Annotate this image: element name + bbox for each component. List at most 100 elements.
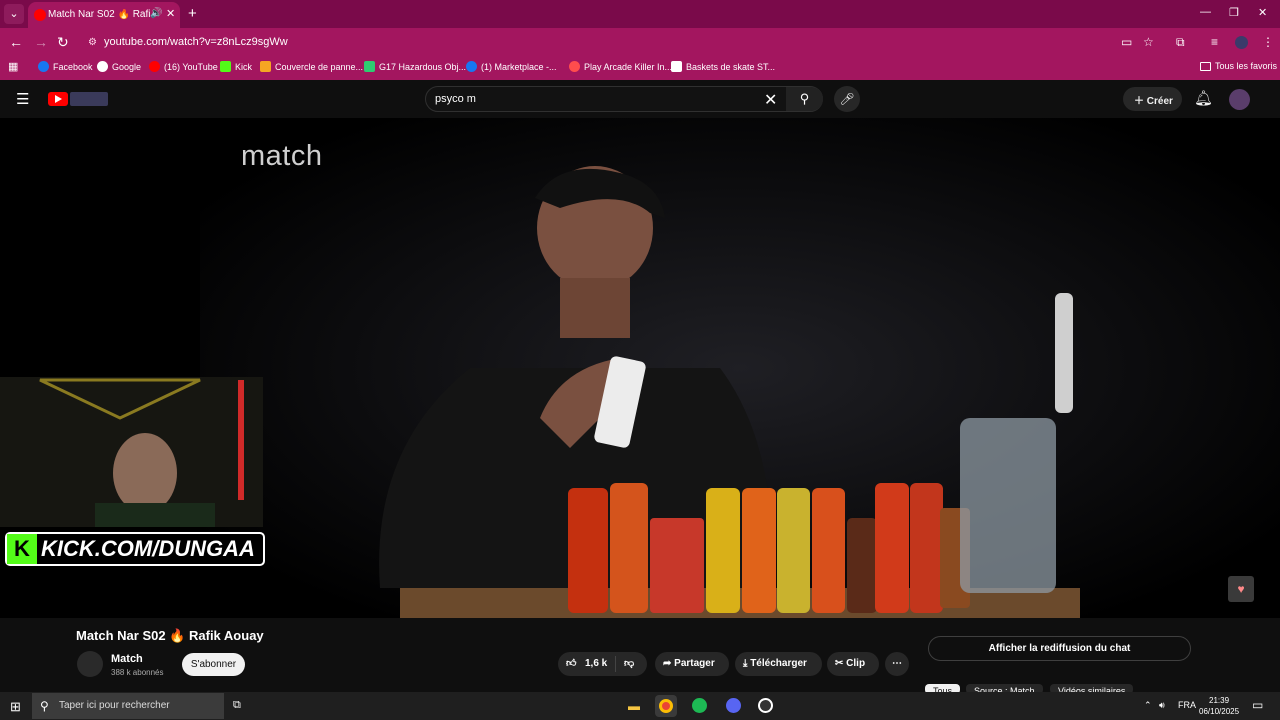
kick-overlay-text: KICK.COM/DUNGAA xyxy=(41,536,255,561)
search-box[interactable]: psyco m ✕ ⚲ xyxy=(425,86,823,112)
video-title: Match Nar S02 🔥 Rafik Aouay xyxy=(76,628,264,643)
bookmark-label: Facebook xyxy=(53,62,93,72)
video-brand-logo: match xyxy=(241,140,323,172)
spotify-icon[interactable] xyxy=(688,695,710,717)
channel-avatar[interactable] xyxy=(77,651,103,677)
share-button[interactable]: ➦ Partager xyxy=(655,652,729,676)
notification-center-icon[interactable]: ▭ xyxy=(1252,698,1263,712)
browser-tab-strip: ⌄ Match Nar S02 🔥 Rafik Ao 🔊 ✕ + — ❐ ✕ xyxy=(0,0,1280,28)
chrome-icon[interactable] xyxy=(655,695,677,717)
cast-icon[interactable]: ▭ xyxy=(1121,35,1132,49)
bookmark-couvercle[interactable]: Couvercle de panne... xyxy=(260,61,363,72)
subscribe-button[interactable]: S'abonner xyxy=(182,653,245,676)
google-icon xyxy=(97,61,108,72)
recording-app-icon[interactable] xyxy=(754,695,776,717)
browser-menu-icon[interactable]: ⋮ xyxy=(1262,35,1274,49)
volume-icon[interactable]: 🔊︎ xyxy=(1159,700,1165,711)
bookmark-g17[interactable]: G17 Hazardous Obj... xyxy=(364,61,466,72)
bookmark-arcade[interactable]: Play Arcade Killer In... xyxy=(569,61,672,72)
windows-start-icon[interactable]: ⊞ xyxy=(10,699,21,715)
bookmark-google[interactable]: Google xyxy=(97,61,141,72)
bookmark-youtube[interactable]: (16) YouTube xyxy=(149,61,218,72)
bookmark-star-icon[interactable]: ☆ xyxy=(1143,35,1154,49)
create-label: Créer xyxy=(1146,96,1173,107)
youtube-logo[interactable] xyxy=(48,92,68,106)
subscriber-count: 388 k abonnés xyxy=(111,668,164,677)
bookmarks-bar: ▦ Facebook Google (16) YouTube Kick Couv… xyxy=(0,56,1280,80)
minimize-window-icon[interactable]: — xyxy=(1200,6,1211,18)
kick-icon xyxy=(220,61,231,72)
store-icon xyxy=(671,61,682,72)
shop-icon xyxy=(260,61,271,72)
reload-icon[interactable]: ↻ xyxy=(57,34,69,51)
taskbar-clock[interactable]: 21:39 06/10/2025 xyxy=(1199,695,1239,717)
all-bookmarks-label: Tous les favoris xyxy=(1215,61,1278,71)
like-count[interactable]: 1,6 k xyxy=(585,652,607,676)
media-control-icon[interactable]: ≡ xyxy=(1211,35,1218,49)
omnibox[interactable]: ⚙ youtube.com/watch?v=z8nLcz9sgWw xyxy=(78,31,1178,53)
discord-icon[interactable] xyxy=(722,695,744,717)
dislike-icon[interactable]: 👎︎ xyxy=(624,652,634,676)
bookmark-label: (1) Marketplace -... xyxy=(481,62,557,72)
address-toolbar: ← → ↻ ⚙ youtube.com/watch?v=z8nLcz9sgWw … xyxy=(0,28,1280,56)
video-info-area: Match Nar S02 🔥 Rafik Aouay Match 388 k … xyxy=(0,618,1280,694)
task-view-icon[interactable]: ⧉ xyxy=(233,699,241,712)
account-avatar[interactable] xyxy=(1229,89,1250,110)
scissors-icon: ✂ xyxy=(835,658,847,669)
video-player[interactable]: match K KICK.COM/DUNGAA ♥ xyxy=(0,118,1280,618)
file-explorer-icon[interactable]: ▬ xyxy=(623,695,645,717)
audio-playing-icon[interactable]: 🔊 xyxy=(150,8,162,19)
all-bookmarks[interactable]: Tous les favoris xyxy=(1200,61,1277,71)
tab-title: Match Nar S02 🔥 Rafik Ao xyxy=(48,9,150,20)
guide-menu-icon[interactable]: ☰ xyxy=(16,90,29,108)
clip-label: Clip xyxy=(846,658,866,669)
download-button[interactable]: ⤓ Télécharger xyxy=(735,652,822,676)
new-tab-icon[interactable]: + xyxy=(188,5,197,22)
bookmark-label: Couvercle de panne... xyxy=(275,62,364,72)
voice-search-icon[interactable]: 🎤︎ xyxy=(834,86,860,112)
facebook-icon xyxy=(466,61,477,72)
bookmark-kick[interactable]: Kick xyxy=(220,61,252,72)
apps-grid-icon[interactable]: ▦ xyxy=(8,60,18,73)
profile-avatar-icon[interactable] xyxy=(1235,36,1248,49)
back-icon[interactable]: ← xyxy=(9,34,23,50)
share-label: Partager xyxy=(674,658,715,669)
browser-tab-active[interactable]: Match Nar S02 🔥 Rafik Ao 🔊 ✕ xyxy=(28,2,180,28)
search-icon: ⚲ xyxy=(40,699,49,713)
close-window-icon[interactable]: ✕ xyxy=(1258,6,1267,19)
extensions-icon[interactable]: ⧉ xyxy=(1176,35,1185,50)
kick-logo-icon: K xyxy=(7,534,37,564)
search-input[interactable]: psyco m xyxy=(435,93,476,105)
like-divider xyxy=(615,656,616,672)
taskbar-search[interactable]: ⚲ Taper ici pour rechercher xyxy=(32,693,224,719)
create-button[interactable]: ＋ Créer xyxy=(1123,87,1182,111)
youtube-wordmark[interactable] xyxy=(70,92,108,106)
channel-watermark-icon[interactable]: ♥ xyxy=(1228,576,1254,602)
clip-button[interactable]: ✂ Clip xyxy=(827,652,879,676)
taskbar-search-placeholder: Taper ici pour rechercher xyxy=(59,700,170,711)
notifications-bell-icon[interactable]: 🔔︎ xyxy=(1194,89,1213,107)
bookmark-label: G17 Hazardous Obj... xyxy=(379,62,467,72)
arcade-icon xyxy=(569,61,580,72)
url-text[interactable]: youtube.com/watch?v=z8nLcz9sgWw xyxy=(104,36,288,48)
like-dislike-group: 👍︎ 1,6 k 👎︎ xyxy=(558,652,647,676)
clear-search-icon[interactable]: ✕ xyxy=(764,90,777,110)
close-tab-icon[interactable]: ✕ xyxy=(166,7,175,20)
bookmark-baskets[interactable]: Baskets de skate ST... xyxy=(671,61,775,72)
bookmark-label: Baskets de skate ST... xyxy=(686,62,776,72)
tab-search-menu-icon[interactable]: ⌄ xyxy=(4,4,24,24)
like-icon[interactable]: 👍︎ xyxy=(566,652,576,676)
more-actions-icon[interactable]: ⋯ xyxy=(885,652,909,676)
forward-icon[interactable]: → xyxy=(34,34,48,50)
input-language[interactable]: FRA xyxy=(1178,700,1196,710)
youtube-favicon-icon xyxy=(34,9,46,21)
channel-name[interactable]: Match xyxy=(111,653,143,665)
facebook-icon xyxy=(38,61,49,72)
show-chat-replay-button[interactable]: Afficher la rediffusion du chat xyxy=(928,636,1191,661)
bookmark-marketplace[interactable]: (1) Marketplace -... xyxy=(466,61,557,72)
search-button-icon[interactable]: ⚲ xyxy=(786,87,823,111)
restore-window-icon[interactable]: ❐ xyxy=(1229,6,1239,19)
bookmark-facebook[interactable]: Facebook xyxy=(38,61,93,72)
site-info-icon[interactable]: ⚙ xyxy=(88,37,97,48)
show-hidden-icons-icon[interactable]: ⌃ xyxy=(1144,700,1152,711)
